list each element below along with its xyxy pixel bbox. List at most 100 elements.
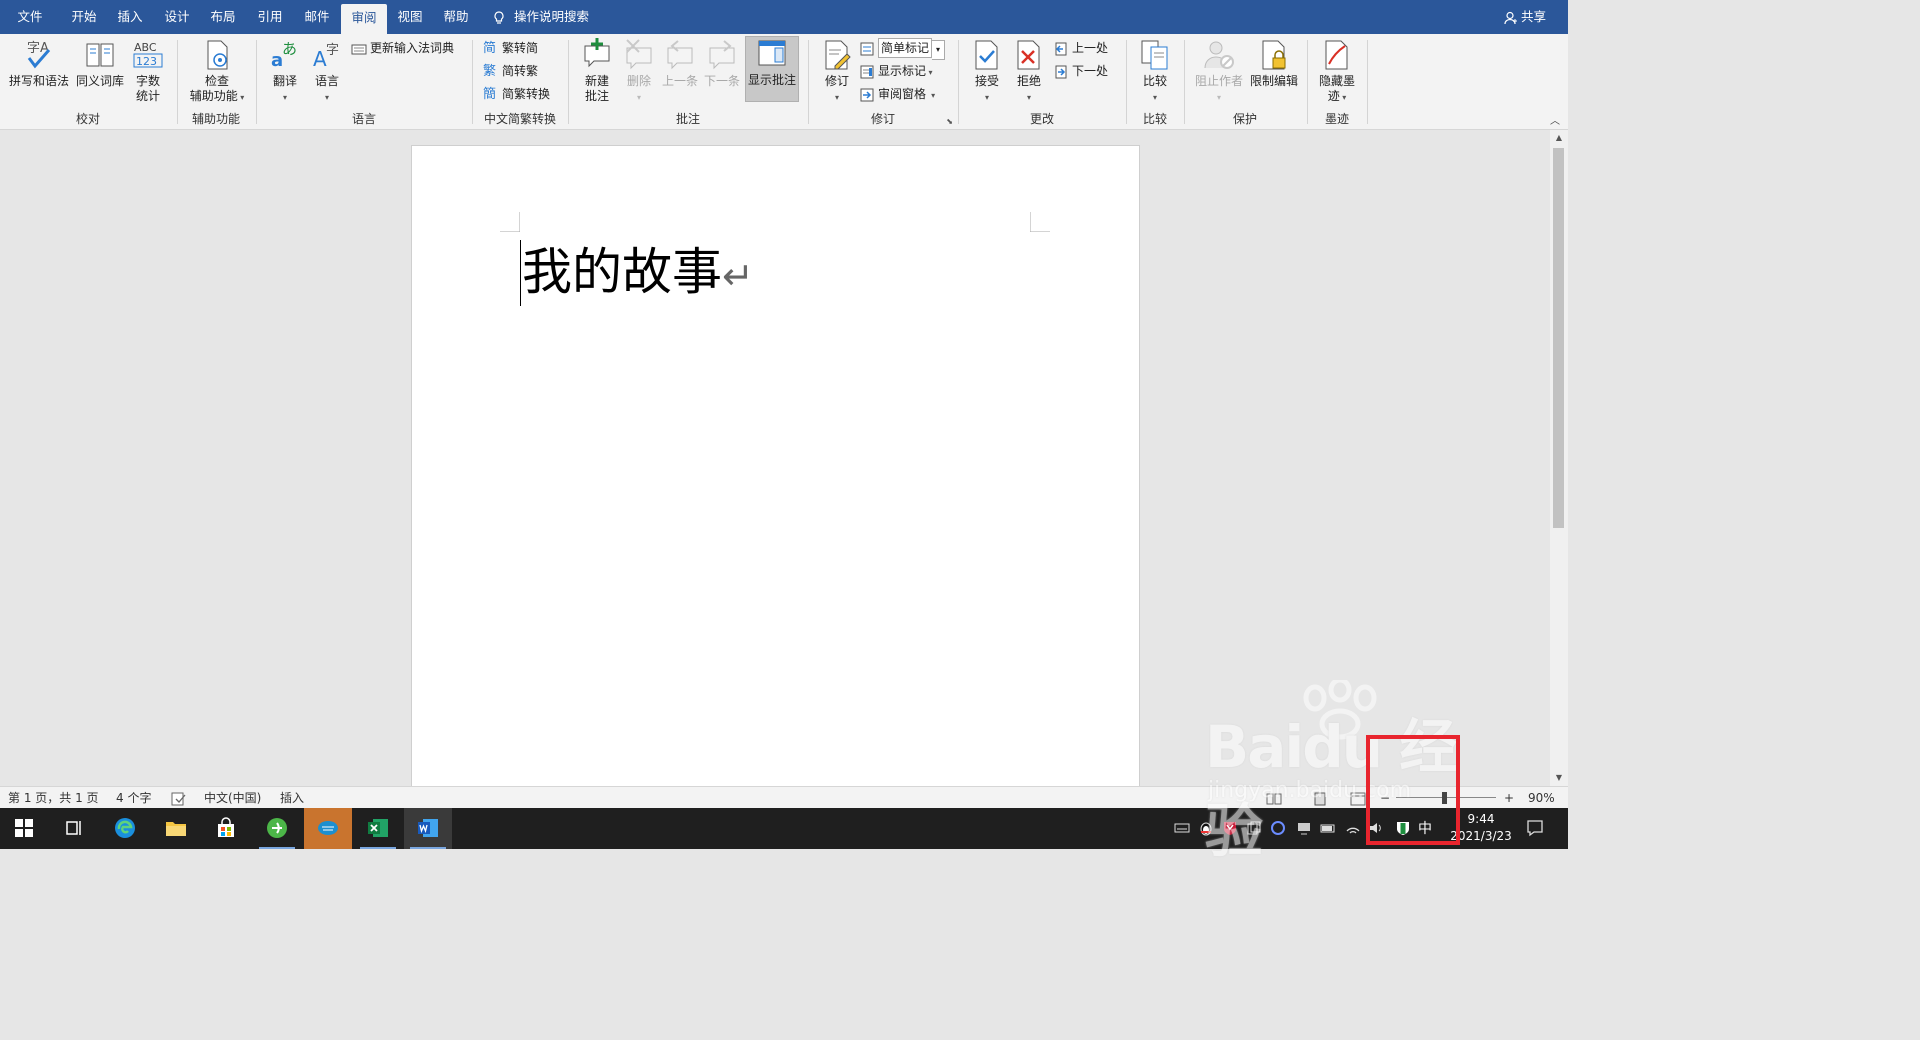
tab-layout[interactable]: 布局	[201, 0, 245, 34]
tab-file[interactable]: 文件	[8, 0, 52, 34]
to-simplified-button[interactable]: 简繁转简	[483, 38, 538, 58]
spelling-grammar-button[interactable]: 字A 拼写和语法	[6, 38, 72, 89]
battery-icon[interactable]	[1320, 820, 1336, 836]
taskbar-file-explorer[interactable]	[152, 808, 200, 849]
tell-me-search[interactable]: 操作说明搜索	[492, 0, 589, 34]
taskbar-clock[interactable]: 9:44 2021/3/23	[1446, 811, 1516, 845]
taskbar-excel[interactable]	[354, 808, 402, 849]
dialog-launcher-icon[interactable]: ⬊	[946, 117, 953, 126]
word-icon	[418, 819, 438, 837]
restrict-editing-button[interactable]: 限制编辑	[1247, 38, 1301, 89]
word-count[interactable]: 4 个字	[116, 787, 151, 809]
document-page[interactable]: 我的故事↵	[411, 145, 1140, 797]
previous-comment-button[interactable]: 上一条	[659, 38, 701, 89]
markup-mode-dropdown[interactable]: 简单标记 ▾	[859, 38, 946, 60]
language-status[interactable]: 中文(中国)	[204, 787, 261, 809]
ime-indicator[interactable]: 中	[1418, 818, 1432, 838]
accept-icon	[975, 40, 998, 70]
delete-label: 删除	[626, 74, 651, 88]
group-label-proofing: 校对	[75, 112, 100, 126]
next-comment-button[interactable]: 下一条	[701, 38, 743, 89]
collapse-ribbon-icon[interactable]: ︿	[1550, 112, 1560, 127]
reviewing-pane-button[interactable]: 审阅窗格 ▾	[859, 84, 935, 104]
insert-mode-status[interactable]: 插入	[280, 787, 304, 809]
translate-button[interactable]: a あ 翻译 ▾	[265, 38, 305, 105]
paragraph-mark: ↵	[722, 254, 754, 298]
person-icon	[1504, 11, 1517, 24]
windows-taskbar: 中 9:44 2021/3/23	[0, 808, 1568, 849]
tab-design[interactable]: 设计	[155, 0, 199, 34]
start-button[interactable]	[0, 808, 48, 849]
group-language: a あ 翻译 ▾ A 字 语言 ▾ 更新输入法词典 语言	[257, 34, 471, 129]
edge-browser-icon	[115, 818, 135, 838]
hide-ink-button[interactable]: 隐藏墨 迹 ▾	[1314, 38, 1360, 105]
scroll-thumb[interactable]	[1553, 148, 1564, 528]
notification-icon[interactable]	[1526, 819, 1544, 837]
update-ime-dictionary-button[interactable]: 更新输入法词典	[351, 38, 454, 58]
ribbon-tab-bar: 文件 开始 插入 设计 布局 引用 邮件 审阅 视图 帮助 操作说明搜索 共享	[0, 0, 1568, 34]
task-view-button[interactable]	[50, 808, 98, 849]
tab-view[interactable]: 视图	[388, 0, 432, 34]
taskbar-sogou-app[interactable]	[304, 808, 352, 849]
lightbulb-icon	[494, 10, 504, 24]
keyboard-icon[interactable]	[1174, 820, 1190, 836]
vertical-scrollbar[interactable]: ▲ ▼	[1550, 130, 1568, 786]
document-body[interactable]: 我的故事↵	[522, 242, 754, 306]
volume-icon[interactable]	[1368, 820, 1384, 836]
language-button[interactable]: A 字 语言 ▾	[307, 38, 347, 105]
group-tracking: 修订 ▾ 简单标记 ▾ 显示标记 ▾ 审阅窗格 ▾ 修订 ⬊	[809, 34, 957, 129]
word-count-button[interactable]: ABC 123 字数 统计	[128, 38, 168, 104]
new-comment-button[interactable]: 新建 批注	[575, 38, 619, 104]
svg-text:あ: あ	[282, 40, 297, 58]
show-markup-label: 显示标记	[878, 64, 927, 78]
zoom-out-button[interactable]: −	[1380, 787, 1390, 809]
taskbar-word[interactable]	[404, 808, 452, 849]
show-markup-button[interactable]: 显示标记 ▾	[859, 61, 933, 81]
share-label: 共享	[1520, 9, 1546, 24]
tab-review[interactable]: 审阅	[341, 4, 387, 34]
circle-app-icon[interactable]	[1270, 820, 1286, 836]
chinese-convert-button[interactable]: 簡简繁转换	[483, 84, 550, 104]
tab-insert[interactable]: 插入	[108, 0, 152, 34]
translate-label: 翻译	[272, 74, 297, 88]
reviewing-pane-icon	[860, 88, 874, 101]
scroll-up-icon[interactable]: ▲	[1550, 130, 1568, 146]
show-comments-button[interactable]: 显示批注	[745, 36, 799, 102]
accept-button[interactable]: 接受 ▾	[967, 38, 1007, 105]
track-changes-icon	[825, 40, 851, 70]
zoom-in-button[interactable]: +	[1504, 787, 1514, 809]
wifi-icon[interactable]	[1345, 820, 1361, 836]
group-comments: 新建 批注 删除 ▾ 上一条 下一条 显示批注 批注	[569, 34, 807, 129]
window-copy-icon[interactable]	[1246, 820, 1262, 836]
taskbar-edge[interactable]	[101, 808, 149, 849]
taskbar-store[interactable]	[202, 808, 250, 849]
antivirus-shield-icon[interactable]	[1222, 820, 1238, 836]
taskbar-360-browser[interactable]	[253, 808, 301, 849]
delete-comment-button[interactable]: 删除 ▾	[619, 38, 659, 105]
previous-change-button[interactable]: 上一处	[1053, 38, 1108, 58]
track-changes-button[interactable]: 修订 ▾	[817, 38, 857, 105]
tab-home[interactable]: 开始	[62, 0, 106, 34]
penguin-icon[interactable]	[1198, 820, 1214, 836]
reject-button[interactable]: 拒绝 ▾	[1009, 38, 1049, 105]
share-button[interactable]: 共享	[1504, 0, 1546, 34]
svg-text:ABC: ABC	[134, 41, 157, 54]
zoom-level[interactable]: 90%	[1528, 787, 1555, 809]
scroll-down-icon[interactable]: ▼	[1550, 770, 1568, 786]
group-label-protect: 保护	[1232, 112, 1257, 126]
tab-help[interactable]: 帮助	[434, 0, 478, 34]
zoom-slider-thumb[interactable]	[1442, 792, 1447, 804]
compare-button[interactable]: 比较 ▾	[1135, 38, 1175, 105]
check-accessibility-button[interactable]: 检查 辅助功能 ▾	[184, 38, 250, 105]
document-area[interactable]: 我的故事↵	[0, 130, 1550, 797]
block-authors-button[interactable]: 阻止作者 ▾	[1191, 38, 1247, 105]
next-change-button[interactable]: 下一处	[1053, 61, 1108, 81]
next-change-label: 下一处	[1072, 64, 1109, 78]
security-shield-icon[interactable]	[1395, 820, 1411, 836]
tab-references[interactable]: 引用	[248, 0, 292, 34]
thesaurus-button[interactable]: 同义词库	[74, 38, 126, 89]
display-icon[interactable]	[1296, 820, 1312, 836]
tab-mailings[interactable]: 邮件	[295, 0, 339, 34]
page-count[interactable]: 第 1 页，共 1 页	[8, 787, 99, 809]
to-traditional-button[interactable]: 繁简转繁	[483, 61, 538, 81]
